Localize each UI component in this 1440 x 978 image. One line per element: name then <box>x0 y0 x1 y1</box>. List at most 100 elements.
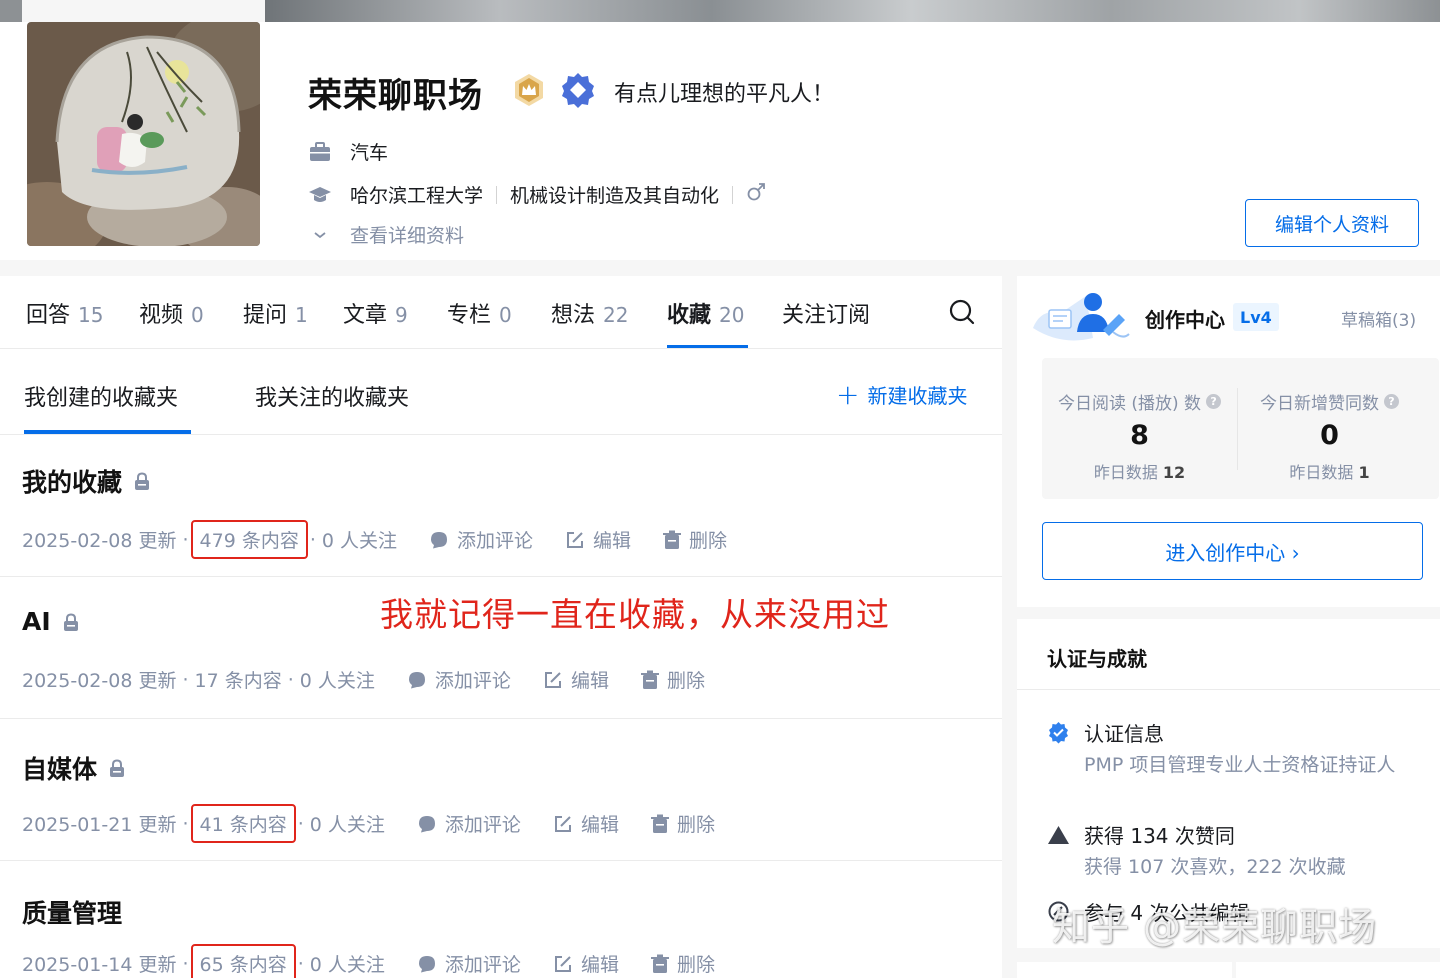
add-comment-button[interactable]: 添加评论 <box>407 666 511 693</box>
collection-item: 质量管理 2025-01-14 更新 · 65 条内容 · 0 人关注 添加评论… <box>0 861 1002 978</box>
search-icon[interactable] <box>948 298 976 326</box>
active-subtab-indicator <box>24 430 191 434</box>
edit-button[interactable]: 编辑 <box>565 526 631 553</box>
item-count-highlighted: 65 条内容 <box>190 944 296 978</box>
today-likes-stat: 今日新增赞同数? 0 昨日数据 1 <box>1232 358 1427 499</box>
new-collection-button[interactable]: + 新建收藏夹 <box>836 380 967 409</box>
tab-answers[interactable]: 回答 15 <box>26 297 103 329</box>
collection-title[interactable]: 我的收藏 <box>22 463 152 499</box>
verified-check-icon <box>1049 722 1068 744</box>
red-annotation-text: 我就记得一直在收藏，从来没用过 <box>380 595 890 634</box>
tab-label: 专栏 <box>447 303 492 328</box>
edit-button[interactable]: 编辑 <box>553 950 619 977</box>
edit-icon <box>554 955 571 972</box>
collection-title[interactable]: 自媒体 <box>22 750 127 786</box>
subtab-followed-collections[interactable]: 我关注的收藏夹 <box>255 380 409 412</box>
delete-button[interactable]: 删除 <box>650 950 715 977</box>
edit-icon <box>567 531 584 548</box>
graduation-cap-icon <box>308 183 332 207</box>
meta-separator: · <box>182 528 189 551</box>
creator-center-title[interactable]: 创作中心 <box>1145 304 1225 333</box>
view-details-text: 查看详细资料 <box>350 225 465 247</box>
verified-badge-icon[interactable] <box>559 71 597 109</box>
divider <box>732 185 734 204</box>
meta-separator: · <box>182 952 189 975</box>
collection-title[interactable]: 质量管理 <box>22 894 122 930</box>
tab-label: 收藏 <box>667 303 712 328</box>
next-card-stub <box>1236 962 1440 978</box>
view-details-link[interactable]: 查看详细资料 <box>308 221 464 248</box>
tab-collections[interactable]: 收藏 20 <box>667 297 744 329</box>
tab-label: 提问 <box>243 303 288 328</box>
tab-subscriptions[interactable]: 关注订阅 <box>782 297 870 329</box>
edit-profile-button[interactable]: 编辑个人资料 <box>1245 199 1419 247</box>
industry-row: 汽车 <box>308 138 388 165</box>
crown-badge-icon[interactable] <box>511 72 547 108</box>
follower-count: 0 人关注 <box>299 670 375 692</box>
major-text: 机械设计制造及其自动化 <box>510 185 720 207</box>
delete-label: 删除 <box>689 530 728 552</box>
divider <box>1017 689 1440 690</box>
follower-count: 0 人关注 <box>321 530 398 552</box>
add-comment-button[interactable]: 添加评论 <box>429 526 533 553</box>
tab-label: 回答 <box>26 303 71 328</box>
yesterday-likes-value: 1 <box>1358 463 1370 482</box>
comment-icon <box>408 671 425 688</box>
delete-button[interactable]: 删除 <box>663 526 727 553</box>
meta-separator: · <box>182 812 189 835</box>
comment-icon <box>418 815 435 832</box>
certification-row: 认证信息 <box>1047 718 1164 747</box>
plus-icon: + <box>836 377 860 411</box>
trash-icon <box>663 530 682 549</box>
edit-button[interactable]: 编辑 <box>543 666 609 693</box>
industry-text: 汽车 <box>350 142 389 164</box>
tab-questions[interactable]: 提问 1 <box>243 297 308 329</box>
yesterday-likes: 昨日数据 1 <box>1232 459 1427 483</box>
edit-button[interactable]: 编辑 <box>553 810 619 837</box>
edit-label: 编辑 <box>580 954 619 976</box>
certification-detail[interactable]: PMP 项目管理专业人士资格证持证人 <box>1084 753 1414 778</box>
male-icon <box>746 182 766 207</box>
tab-articles[interactable]: 文章 9 <box>343 297 408 329</box>
tab-label: 想法 <box>551 303 596 328</box>
add-comment-button[interactable]: 添加评论 <box>417 950 521 977</box>
delete-button[interactable]: 删除 <box>650 810 715 837</box>
zhihu-watermark: 知乎 @荣荣聊职场 <box>1052 905 1378 949</box>
comment-icon <box>431 531 448 548</box>
tab-count: 9 <box>395 303 408 327</box>
today-reads-stat: 今日阅读 (播放) 数? 8 昨日数据 12 <box>1042 358 1237 499</box>
meta-separator: · <box>287 668 294 691</box>
collection-title[interactable]: AI <box>22 607 81 636</box>
add-comment-label: 添加评论 <box>457 530 534 552</box>
help-icon[interactable]: ? <box>1384 394 1399 409</box>
add-comment-button[interactable]: 添加评论 <box>417 810 521 837</box>
help-icon[interactable]: ? <box>1206 394 1222 409</box>
tab-label: 关注订阅 <box>782 303 871 328</box>
tab-columns[interactable]: 专栏 0 <box>447 297 512 329</box>
edit-label: 编辑 <box>580 814 619 836</box>
creator-illustration-icon <box>1033 293 1130 341</box>
tab-count: 15 <box>78 303 104 327</box>
item-count: 17 条内容 <box>194 670 282 692</box>
avatar[interactable] <box>27 22 260 246</box>
tab-videos[interactable]: 视频 0 <box>139 297 204 329</box>
enter-creator-center-button[interactable]: 进入创作中心 › <box>1042 522 1423 580</box>
lock-icon <box>110 759 125 777</box>
tab-count: 1 <box>295 303 308 327</box>
delete-label: 删除 <box>676 814 715 836</box>
delete-button[interactable]: 删除 <box>640 666 705 693</box>
profile-header: 荣荣聊职场 有点儿理想的平凡人！ 汽车 哈尔滨工程大学 机械设计制造及其自动化 … <box>0 22 1440 260</box>
next-card-stub <box>1017 962 1232 978</box>
edit-icon <box>544 671 561 688</box>
user-name: 荣荣聊职场 <box>308 76 483 116</box>
tab-thoughts[interactable]: 想法 22 <box>551 297 628 329</box>
active-tab-indicator <box>667 345 748 348</box>
lock-icon <box>63 612 78 631</box>
delete-label: 删除 <box>666 670 705 692</box>
creator-center-card: 创作中心 Lv4 草稿箱(3) 今日阅读 (播放) 数? 8 昨日数据 12 今… <box>1017 276 1440 607</box>
drafts-link[interactable]: 草稿箱(3) <box>1341 306 1416 331</box>
yesterday-reads: 昨日数据 12 <box>1042 459 1237 483</box>
likes-row: 获得 134 次赞同 <box>1047 820 1235 849</box>
subtab-my-collections[interactable]: 我创建的收藏夹 <box>24 380 178 412</box>
school-text: 哈尔滨工程大学 <box>350 185 484 207</box>
